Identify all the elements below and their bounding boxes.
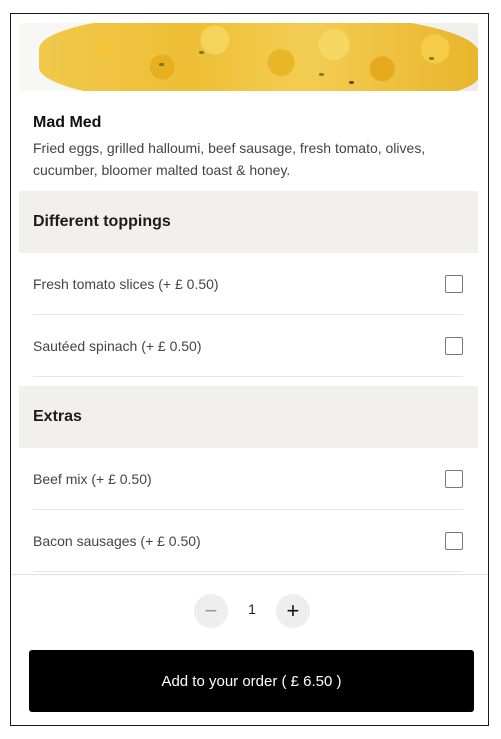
food-image bbox=[19, 23, 478, 91]
option-sauteed-spinach[interactable]: Sautéed spinach (+ £ 0.50) bbox=[33, 315, 463, 377]
option-label: Bacon sausages (+ £ 0.50) bbox=[33, 532, 201, 549]
option-beef-mix[interactable]: Beef mix (+ £ 0.50) bbox=[33, 448, 463, 510]
plus-icon[interactable]: + bbox=[275, 594, 310, 628]
checkbox-icon[interactable] bbox=[445, 469, 463, 488]
option-fresh-tomato-slices[interactable]: Fresh tomato slices (+ £ 0.50) bbox=[33, 253, 463, 315]
item-title: Mad Med bbox=[33, 114, 102, 131]
section-header-extras: Extras bbox=[19, 386, 478, 448]
option-bacon-sausages[interactable]: Bacon sausages (+ £ 0.50) bbox=[33, 510, 463, 572]
checkbox-icon[interactable] bbox=[445, 274, 463, 293]
scrambled-eggs-shape bbox=[39, 23, 478, 91]
minus-icon[interactable]: − bbox=[194, 594, 228, 628]
add-to-order-button[interactable]: Add to your order ( £ 6.50 ) bbox=[29, 650, 474, 712]
herb-speck bbox=[429, 57, 434, 60]
checkbox-icon[interactable] bbox=[445, 336, 463, 355]
item-description: Fried eggs, grilled halloumi, beef sausa… bbox=[33, 140, 426, 178]
option-label: Beef mix (+ £ 0.50) bbox=[33, 470, 152, 487]
checkbox-icon[interactable] bbox=[445, 531, 463, 550]
herb-speck bbox=[319, 73, 324, 76]
footer-divider bbox=[11, 574, 488, 575]
herb-speck bbox=[159, 63, 164, 66]
pepper-speck bbox=[349, 81, 354, 84]
section-header-different-toppings: Different toppings bbox=[19, 191, 478, 253]
option-label: Sautéed spinach (+ £ 0.50) bbox=[33, 337, 202, 354]
quantity-stepper: − 1 + bbox=[194, 594, 310, 628]
herb-speck bbox=[199, 51, 204, 54]
item-modal: Mad Med Fried eggs, grilled halloumi, be… bbox=[10, 13, 489, 726]
option-label: Fresh tomato slices (+ £ 0.50) bbox=[33, 275, 219, 292]
quantity-value: 1 bbox=[248, 601, 256, 617]
